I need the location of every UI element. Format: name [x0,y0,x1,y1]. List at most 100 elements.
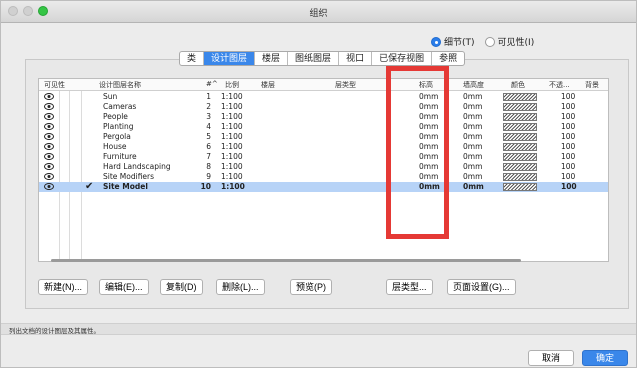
eye-icon[interactable] [44,143,54,150]
table-header: 可见性 设计图层名称 #^ 比例 楼层 层类型 标高 墙高度 颜色 不透... … [39,79,608,91]
eye-icon[interactable] [44,113,54,120]
window-title: 组织 [309,9,328,19]
layer-color-swatch[interactable] [503,93,537,101]
layer-wall-height: 0mm [463,102,483,111]
layer-scale: 1:100 [221,152,243,161]
layer-opacity: 100 [561,102,576,111]
layer-opacity: 100 [561,122,576,131]
layer-scale: 1:100 [221,172,243,181]
layer-name: Site Modifiers [103,172,155,181]
eye-icon[interactable] [44,123,54,130]
layer-number: 8 [206,162,211,171]
eye-icon[interactable] [44,183,54,190]
layer-type-button[interactable]: 层类型... [386,279,433,295]
col-wall-height[interactable]: 墙高度 [463,80,484,90]
layer-color-swatch[interactable] [503,183,537,191]
cancel-button[interactable]: 取消 [528,350,574,366]
table-row[interactable]: ✔ Site Model 10 1:100 0mm 0mm 100 [39,181,608,192]
radio-details[interactable] [431,36,441,47]
layer-number: 5 [206,132,211,141]
tab-viewports[interactable]: 视口 [339,52,373,65]
table-row[interactable]: Site Modifiers 9 1:100 0mm 0mm 100 [39,172,608,182]
eye-icon[interactable] [44,173,54,180]
table-row[interactable]: Hard Landscaping 8 1:100 0mm 0mm 100 [39,162,608,172]
col-background[interactable]: 背景 [585,80,599,90]
radio-details-label[interactable]: 细节(T) [444,35,475,48]
layer-color-swatch[interactable] [503,153,537,161]
layer-opacity: 100 [561,152,576,161]
organization-dialog: 组织 细节(T) 可见性(I) 类 设计图层 楼层 图纸图层 视口 已保存视图 … [0,0,637,368]
table-row[interactable]: Sun 1 1:100 0mm 0mm 100 [39,92,608,102]
delete-layer-button[interactable]: 删除(L)... [216,279,265,295]
table-row[interactable]: Planting 4 1:100 0mm 0mm 100 [39,122,608,132]
layer-number: 3 [206,112,211,121]
eye-icon[interactable] [44,103,54,110]
status-bar: 列出文档的设计图层及其属性。 [1,323,636,335]
layer-opacity: 100 [561,142,576,151]
ok-button[interactable]: 确定 [582,350,628,366]
status-text: 列出文档的设计图层及其属性。 [9,327,100,335]
layer-number: 7 [206,152,211,161]
tab-classes[interactable]: 类 [180,52,205,65]
layer-name: Furniture [103,152,137,161]
col-scale[interactable]: 比例 [225,80,239,90]
layer-wall-height: 0mm [463,152,483,161]
layer-wall-height: 0mm [463,142,483,151]
horizontal-scrollbar[interactable] [51,259,521,262]
layer-name: Pergola [103,132,131,141]
layer-color-swatch[interactable] [503,143,537,151]
layer-name: House [103,142,127,151]
tab-design-layers[interactable]: 设计图层 [204,52,256,65]
eye-icon[interactable] [44,163,54,170]
table-row[interactable]: Furniture 7 1:100 0mm 0mm 100 [39,152,608,162]
layer-scale: 1:100 [221,112,243,121]
eye-icon[interactable] [44,93,54,100]
layer-opacity: 100 [561,172,576,181]
eye-icon[interactable] [44,133,54,140]
tab-bar: 类 设计图层 楼层 图纸图层 视口 已保存视图 参照 [179,51,466,66]
layer-number: 2 [206,102,211,111]
preview-button[interactable]: 预览(P) [290,279,332,295]
tab-references[interactable]: 参照 [432,52,464,65]
layer-wall-height: 0mm [463,132,483,141]
col-opacity[interactable]: 不透... [549,80,570,90]
layer-wall-height: 0mm [463,112,483,121]
tab-sheet-layers[interactable]: 图纸图层 [288,52,340,65]
col-color[interactable]: 颜色 [511,80,525,90]
edit-layer-button[interactable]: 编辑(E)... [99,279,149,295]
design-layers-table: 可见性 设计图层名称 #^ 比例 楼层 层类型 标高 墙高度 颜色 不透... … [38,78,609,262]
tab-stories[interactable]: 楼层 [255,52,289,65]
table-row[interactable]: Cameras 2 1:100 0mm 0mm 100 [39,102,608,112]
col-visibility[interactable]: 可见性 [44,80,65,90]
layer-color-swatch[interactable] [503,163,537,171]
col-number[interactable]: #^ [206,80,218,88]
table-row[interactable]: Pergola 5 1:100 0mm 0mm 100 [39,132,608,142]
layer-scale: 1:100 [221,102,243,111]
layer-opacity: 100 [561,112,576,121]
duplicate-layer-button[interactable]: 复制(D) [160,279,203,295]
layer-number: 9 [206,172,211,181]
title-bar: 组织 [1,1,636,23]
tab-saved-views[interactable]: 已保存视图 [372,52,433,65]
radio-visibility-label[interactable]: 可见性(I) [498,35,535,48]
page-setup-button[interactable]: 页面设置(G)... [447,279,516,295]
col-name[interactable]: 设计图层名称 [99,80,141,90]
layer-name: Cameras [103,102,137,111]
table-row[interactable]: People 3 1:100 0mm 0mm 100 [39,112,608,122]
layer-color-swatch[interactable] [503,103,537,111]
layer-scale: 1:100 [221,132,243,141]
layer-color-swatch[interactable] [503,133,537,141]
layer-number: 4 [206,122,211,131]
layer-wall-height: 0mm [463,182,484,191]
radio-visibility[interactable] [484,36,495,47]
layer-scale: 1:100 [221,122,243,131]
layer-color-swatch[interactable] [503,123,537,131]
col-story[interactable]: 楼层 [261,80,275,90]
layer-opacity: 100 [561,132,576,141]
new-layer-button[interactable]: 新建(N)... [38,279,88,295]
layer-color-swatch[interactable] [503,173,537,181]
layer-color-swatch[interactable] [503,113,537,121]
col-layer-type[interactable]: 层类型 [335,80,356,90]
eye-icon[interactable] [44,153,54,160]
table-row[interactable]: House 6 1:100 0mm 0mm 100 [39,142,608,152]
